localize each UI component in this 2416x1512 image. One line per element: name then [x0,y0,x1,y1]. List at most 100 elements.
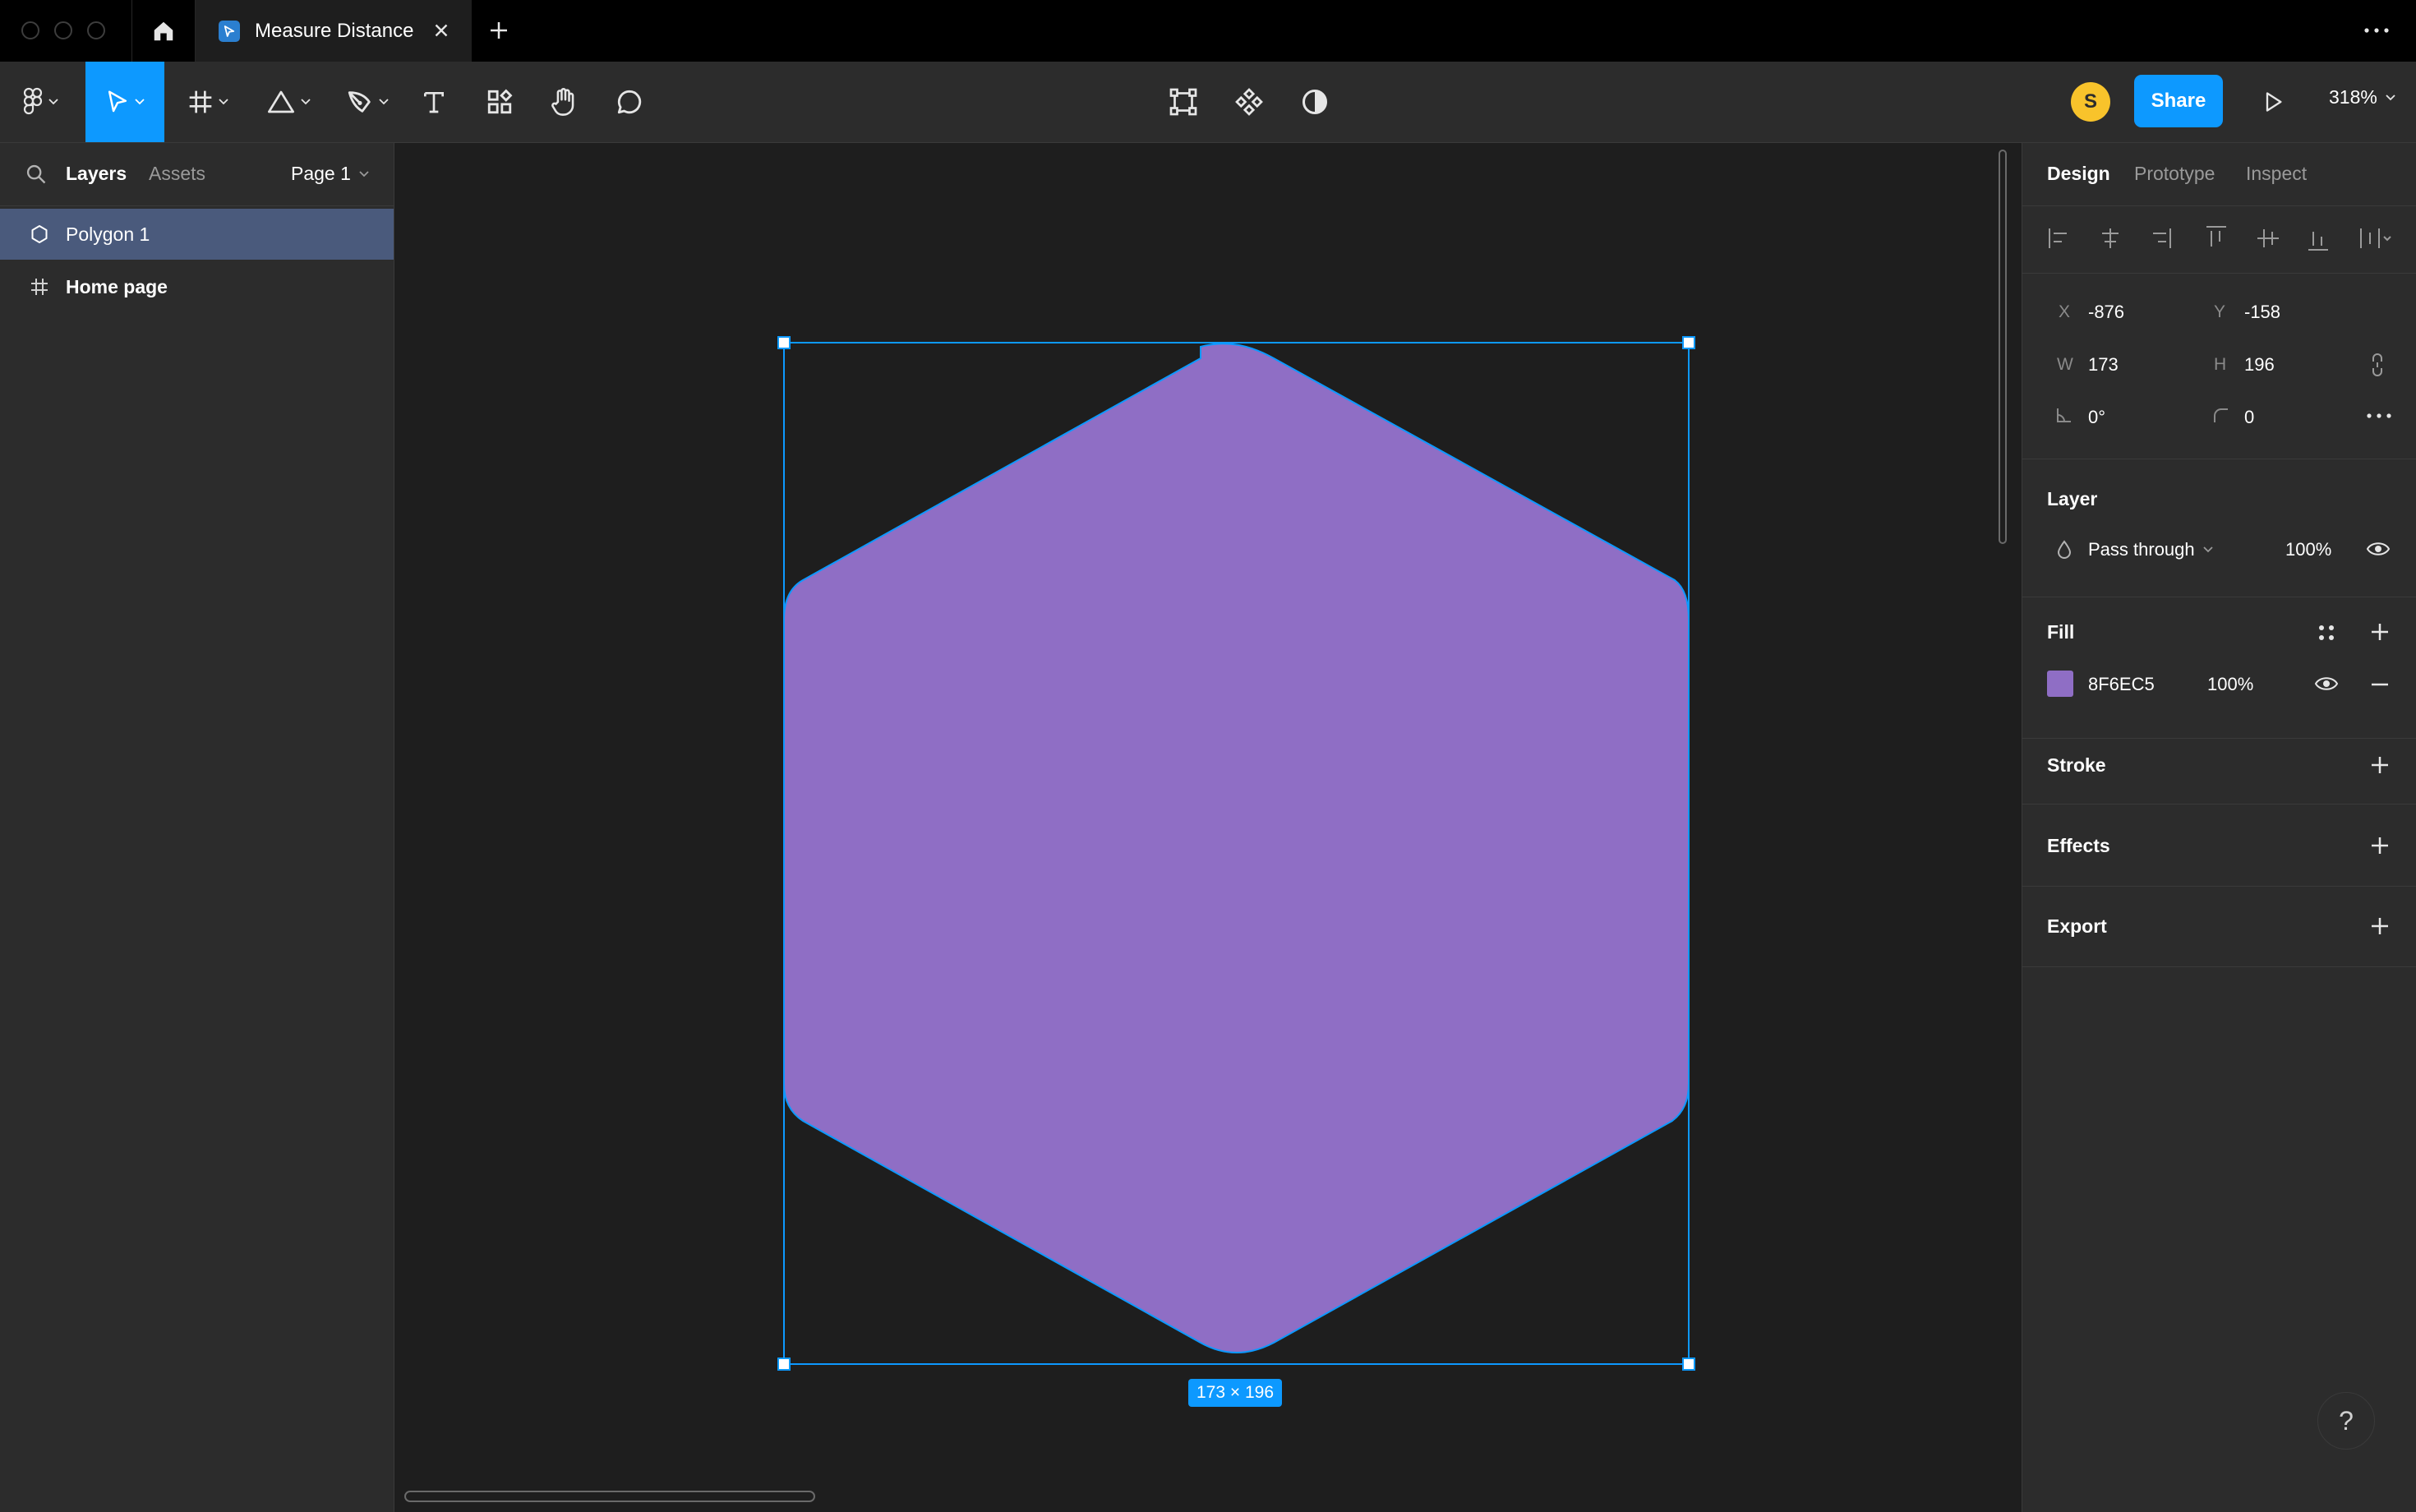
effects-section-title: Effects [2047,835,2110,856]
hand-tool-button[interactable] [546,62,582,142]
resources-tool-button[interactable] [482,62,518,142]
alignment-toolbar [2047,222,2392,255]
add-effect-icon[interactable] [2368,833,2392,858]
align-left-icon[interactable] [2049,228,2067,248]
minimize-window-button[interactable] [54,21,72,39]
resize-handle-bottom-right[interactable] [1682,1358,1695,1371]
horizontal-scrollbar[interactable] [404,1491,815,1502]
blend-mode-dropdown[interactable]: Pass through [2088,539,2213,560]
vertical-scrollbar[interactable] [1999,150,2007,544]
width-input[interactable]: 173 [2088,354,2119,376]
close-window-button[interactable] [21,21,39,39]
main-menu-button[interactable] [12,62,69,142]
new-tab-icon[interactable] [486,18,511,43]
chevron-down-icon [379,99,389,105]
close-tab-icon[interactable] [431,20,452,41]
align-top-icon[interactable] [2206,226,2226,247]
page-name: Page 1 [291,163,351,184]
stroke-section-title: Stroke [2047,754,2106,776]
tab-inspect[interactable]: Inspect [2246,163,2307,185]
file-icon [219,20,240,42]
present-button[interactable] [2255,62,2291,142]
selection-size-label: 173 × 196 [1188,1379,1283,1407]
components-grid-icon [486,88,514,116]
chevron-down-icon [301,99,311,105]
text-tool-button[interactable] [416,62,452,142]
fill-hex-input[interactable]: 8F6EC5 [2088,674,2155,695]
polygon-icon [25,224,54,244]
fill-color-swatch[interactable] [2047,671,2073,697]
layer-row-home-page[interactable]: Home page [0,261,394,312]
tab-assets[interactable]: Assets [149,163,205,185]
eye-icon[interactable] [2314,672,2339,695]
resize-handle-top-left[interactable] [777,336,791,349]
align-bottom-icon[interactable] [2308,232,2328,251]
layer-row-polygon-1[interactable]: Polygon 1 [0,209,394,260]
zoom-menu[interactable]: 318% [2329,86,2395,108]
corner-radius-icon [2211,406,2229,424]
distribute-icon[interactable] [2360,228,2391,248]
x-input[interactable]: -876 [2088,302,2124,323]
style-grid-icon[interactable] [2315,621,2338,644]
remove-fill-icon[interactable] [2368,672,2392,697]
toolbar: S Share 318% [0,62,2416,143]
corner-radius-input[interactable]: 0 [2244,407,2254,428]
mask-button[interactable] [1297,62,1333,142]
resize-handle-top-right[interactable] [1682,336,1695,349]
tab-prototype[interactable]: Prototype [2134,163,2215,185]
create-component-button[interactable] [1231,62,1267,142]
fill-opacity-input[interactable]: 100% [2207,674,2253,695]
align-right-icon[interactable] [2153,228,2171,248]
help-button[interactable]: ? [2317,1392,2375,1450]
triangle-icon [266,89,296,115]
export-section-title: Export [2047,915,2107,937]
more-options-icon[interactable] [2362,18,2391,43]
tab-layers[interactable]: Layers [66,163,127,185]
canvas[interactable]: 173 × 196 [394,143,2022,1512]
comment-tool-button[interactable] [611,62,648,142]
x-label: X [2059,302,2071,321]
maximize-window-button[interactable] [87,21,105,39]
play-icon [2262,90,2285,113]
frame-tool-button[interactable] [179,62,237,142]
move-tool-button[interactable] [85,62,164,142]
add-stroke-icon[interactable] [2368,753,2392,777]
document-tab[interactable]: Measure Distance [196,0,472,62]
resize-handle-bottom-left[interactable] [777,1358,791,1371]
align-horizontal-center-icon[interactable] [2102,228,2119,248]
search-icon[interactable] [25,163,48,186]
left-panel-tabs: Layers Assets Page 1 [0,143,394,206]
text-icon [421,88,447,116]
polygon-shape[interactable] [783,343,1690,1353]
avatar[interactable]: S [2071,82,2110,122]
rotation-input[interactable]: 0° [2088,407,2105,428]
chevron-down-icon [2386,94,2395,101]
rotation-icon [2055,406,2073,424]
chevron-down-icon [219,99,228,105]
y-input[interactable]: -158 [2244,302,2280,323]
frame-icon [187,89,214,115]
divider [2022,205,2416,206]
add-export-icon[interactable] [2368,914,2392,938]
pen-tool-button[interactable] [337,62,398,142]
canvas-artwork [777,336,1695,1371]
eye-icon[interactable] [2366,537,2391,560]
height-input[interactable]: 196 [2244,354,2275,376]
transform-icon [1169,87,1198,117]
more-options-icon[interactable] [2364,406,2394,426]
add-fill-icon[interactable] [2368,620,2392,644]
chevron-down-icon [48,99,58,105]
home-icon [151,19,176,44]
align-vertical-center-icon[interactable] [2257,229,2279,247]
tab-design[interactable]: Design [2047,163,2110,185]
layer-opacity-input[interactable]: 100% [2285,539,2331,560]
hexagon-polygon[interactable] [783,343,1690,1353]
pen-icon [346,88,374,116]
shape-tool-button[interactable] [258,62,319,142]
home-button[interactable] [131,0,196,62]
edit-object-button[interactable] [1165,62,1201,142]
share-button[interactable]: Share [2134,75,2223,127]
constrain-proportions-icon[interactable] [2368,352,2387,378]
y-label: Y [2214,302,2226,321]
page-selector[interactable]: Page 1 [291,163,369,185]
